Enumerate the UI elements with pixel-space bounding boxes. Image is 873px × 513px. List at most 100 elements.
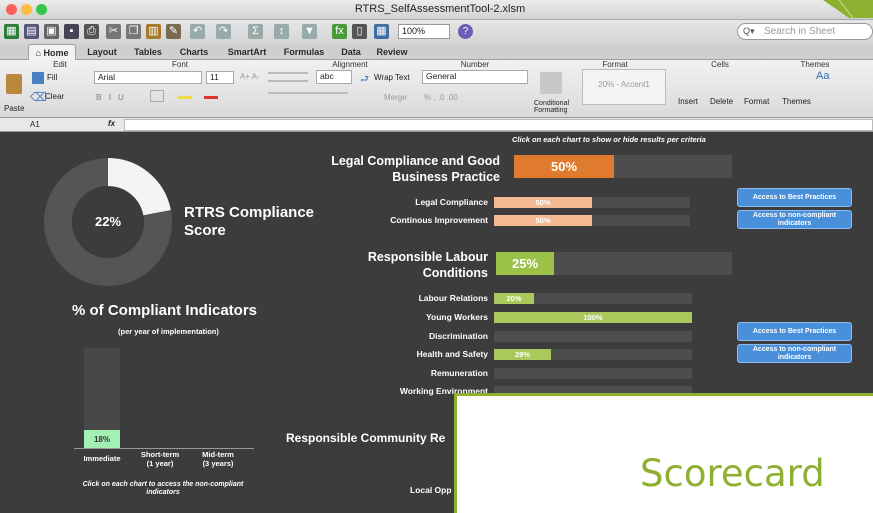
redo-icon[interactable]: ↷ <box>216 24 231 39</box>
slide-corner-decoration <box>823 0 873 18</box>
theme-fonts-icon[interactable]: Aa <box>816 70 829 82</box>
search-input[interactable]: Search in Sheet <box>737 23 873 40</box>
paste-icon[interactable]: ▥ <box>146 24 161 39</box>
tab-review[interactable]: Review <box>372 44 412 60</box>
best-practices-button-1[interactable]: Access to Best Practices <box>737 188 852 207</box>
templates-icon[interactable]: ▤ <box>24 24 39 39</box>
item-improvement-bar[interactable]: 50% <box>494 215 592 226</box>
fill-button[interactable]: Fill <box>47 73 57 82</box>
window-title: RTRS_SelfAssessmentTool-2.xlsm <box>354 3 526 15</box>
justify-icons[interactable] <box>268 92 348 102</box>
noncompliant-button-2[interactable]: Access to non-compliant indicators <box>737 344 852 363</box>
section1-title: Legal Compliance and Good Business Pract… <box>331 154 500 184</box>
name-box[interactable]: A1 <box>30 120 40 129</box>
font-size-select[interactable]: 11 <box>206 71 234 84</box>
formula-input[interactable] <box>124 119 873 131</box>
minimize-window-button[interactable] <box>21 4 32 15</box>
section2-score-bar[interactable]: 25% <box>496 252 554 275</box>
tab-home[interactable]: ⌂ Home <box>28 44 76 60</box>
fill-color-icon[interactable] <box>178 96 192 99</box>
wrap-text-button[interactable]: Wrap Text <box>374 73 410 82</box>
align-icons[interactable] <box>268 72 308 82</box>
item-young-workers-bar[interactable]: 100% <box>494 312 692 323</box>
title-bar: RTRS_SelfAssessmentTool-2.xlsm <box>0 0 873 20</box>
section3-title: Responsible Community Re <box>286 431 446 445</box>
format-cells-button[interactable]: Format <box>744 97 769 106</box>
open-icon[interactable]: ▣ <box>44 24 59 39</box>
item-health-safety-bar[interactable]: 29% <box>494 349 551 360</box>
conditional-formatting-button[interactable]: Conditional Formatting <box>534 100 584 114</box>
paste-button[interactable]: Paste <box>4 104 24 113</box>
font-style-buttons[interactable]: BIU <box>96 93 131 102</box>
cell-style-gallery[interactable]: 20% - Accent1 <box>582 69 666 105</box>
group-themes: Themes <box>800 60 830 69</box>
font-name-select[interactable]: Arial <box>94 71 202 84</box>
section1-score-bar[interactable]: 50% <box>514 155 614 178</box>
number-format-buttons[interactable]: % , .0 .00 <box>424 93 458 102</box>
orientation-select[interactable]: abc <box>316 70 352 84</box>
help-icon[interactable]: ? <box>458 24 473 39</box>
year-label-immediate: Immediate <box>83 454 121 463</box>
group-cells: Cells <box>711 60 729 69</box>
borders-icon[interactable] <box>150 90 164 102</box>
tab-formulas[interactable]: Formulas <box>278 44 330 60</box>
themes-button[interactable]: Themes <box>782 97 811 106</box>
immediate-bar-label: 18% <box>93 435 110 444</box>
score-percent: 22% <box>94 214 122 229</box>
tab-smartart[interactable]: SmartArt <box>222 44 272 60</box>
item-discrimination-track[interactable] <box>494 331 692 342</box>
tab-layout[interactable]: Layout <box>82 44 122 60</box>
tab-home-label: Home <box>43 48 69 58</box>
noncompliant-button-1[interactable]: Access to non-compliant indicators <box>737 210 852 229</box>
scorecard-title: Scorecard <box>640 452 825 495</box>
cut-icon[interactable]: ✂ <box>106 24 121 39</box>
year-label-mid: Mid-term (3 years) <box>202 450 234 468</box>
group-edit: Edit <box>53 60 67 69</box>
conditional-formatting-icon <box>540 72 562 94</box>
gallery-icon[interactable]: ▯ <box>352 24 367 39</box>
copy-icon[interactable]: ❐ <box>126 24 141 39</box>
formula-fx-button[interactable]: fx <box>108 119 115 128</box>
new-workbook-icon[interactable]: ▦ <box>4 24 19 39</box>
font-color-icon[interactable] <box>204 96 218 99</box>
search-icon: Q▾ <box>743 26 755 36</box>
format-painter-icon[interactable]: ✎ <box>166 24 181 39</box>
save-icon[interactable]: ▪ <box>64 24 79 39</box>
item-local-opp-label: Local Opp <box>410 485 452 495</box>
item-improvement-label: Continous Improvement <box>390 215 488 225</box>
year-label-short: Short-term (1 year) <box>140 450 180 468</box>
item-young-workers-label: Young Workers <box>425 312 488 322</box>
item-legal-compliance-bar[interactable]: 50% <box>494 197 592 208</box>
item-remuneration-track[interactable] <box>494 368 692 379</box>
number-format-select[interactable]: General <box>422 70 528 84</box>
tab-data[interactable]: Data <box>336 44 366 60</box>
insert-cells-button[interactable]: Insert <box>678 97 698 106</box>
toolbox-icon[interactable]: ▦ <box>374 24 389 39</box>
print-icon[interactable]: ⎙ <box>84 24 99 39</box>
fill-icon <box>32 72 44 84</box>
formula-builder-icon[interactable]: fx <box>332 24 347 39</box>
close-window-button[interactable] <box>6 4 17 15</box>
zoom-select[interactable]: 100% <box>398 24 450 39</box>
merge-button[interactable]: Merge <box>384 93 407 102</box>
zoom-window-button[interactable] <box>36 4 47 15</box>
delete-cells-button[interactable]: Delete <box>710 97 733 106</box>
scorecard-overlay: Scorecard <box>454 393 873 513</box>
filter-icon[interactable]: ▼ <box>302 24 317 39</box>
tab-charts[interactable]: Charts <box>174 44 214 60</box>
paste-icon-large[interactable] <box>6 74 22 94</box>
font-size-buttons[interactable]: A+ A- <box>240 72 260 81</box>
sort-icon[interactable]: ↕ <box>274 24 289 39</box>
indicators-title: % of Compliant Indicators <box>72 302 258 319</box>
best-practices-button-2[interactable]: Access to Best Practices <box>737 322 852 341</box>
autosum-icon[interactable]: Σ <box>248 24 263 39</box>
item-remuneration-label: Remuneration <box>430 368 488 378</box>
section2-title: Responsible Labour Conditions <box>367 250 488 280</box>
item-labour-relations-label: Labour Relations <box>418 293 488 303</box>
clear-button[interactable]: Clear <box>45 92 64 101</box>
tab-tables[interactable]: Tables <box>128 44 168 60</box>
wrap-text-icon: ⮐ <box>360 74 369 85</box>
undo-icon[interactable]: ↶ <box>190 24 205 39</box>
item-labour-relations-bar[interactable]: 20% <box>494 293 534 304</box>
item-health-safety-label: Health and Safety <box>416 349 488 359</box>
